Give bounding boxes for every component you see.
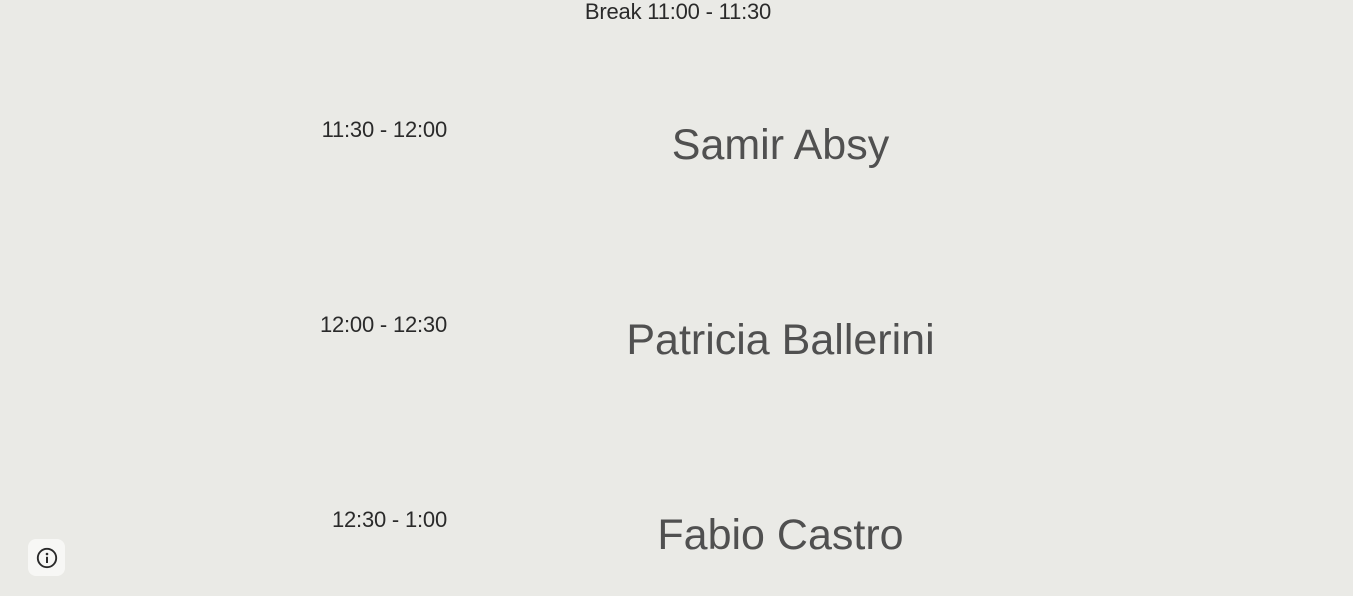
slot-speaker-name: Patricia Ballerini xyxy=(626,316,935,364)
info-icon xyxy=(36,547,57,568)
slot-time: 11:30 - 12:00 xyxy=(321,117,448,142)
slot-time: 12:00 - 12:30 xyxy=(319,312,447,337)
slot-speaker-name: Samir Absy xyxy=(671,121,890,169)
slot-time: 12:30 - 1:00 xyxy=(331,507,447,532)
break-label: Break 11:00 - 11:30 xyxy=(584,0,772,24)
slot-speaker-name: Fabio Castro xyxy=(657,511,904,559)
site-info-button[interactable] xyxy=(28,539,65,576)
